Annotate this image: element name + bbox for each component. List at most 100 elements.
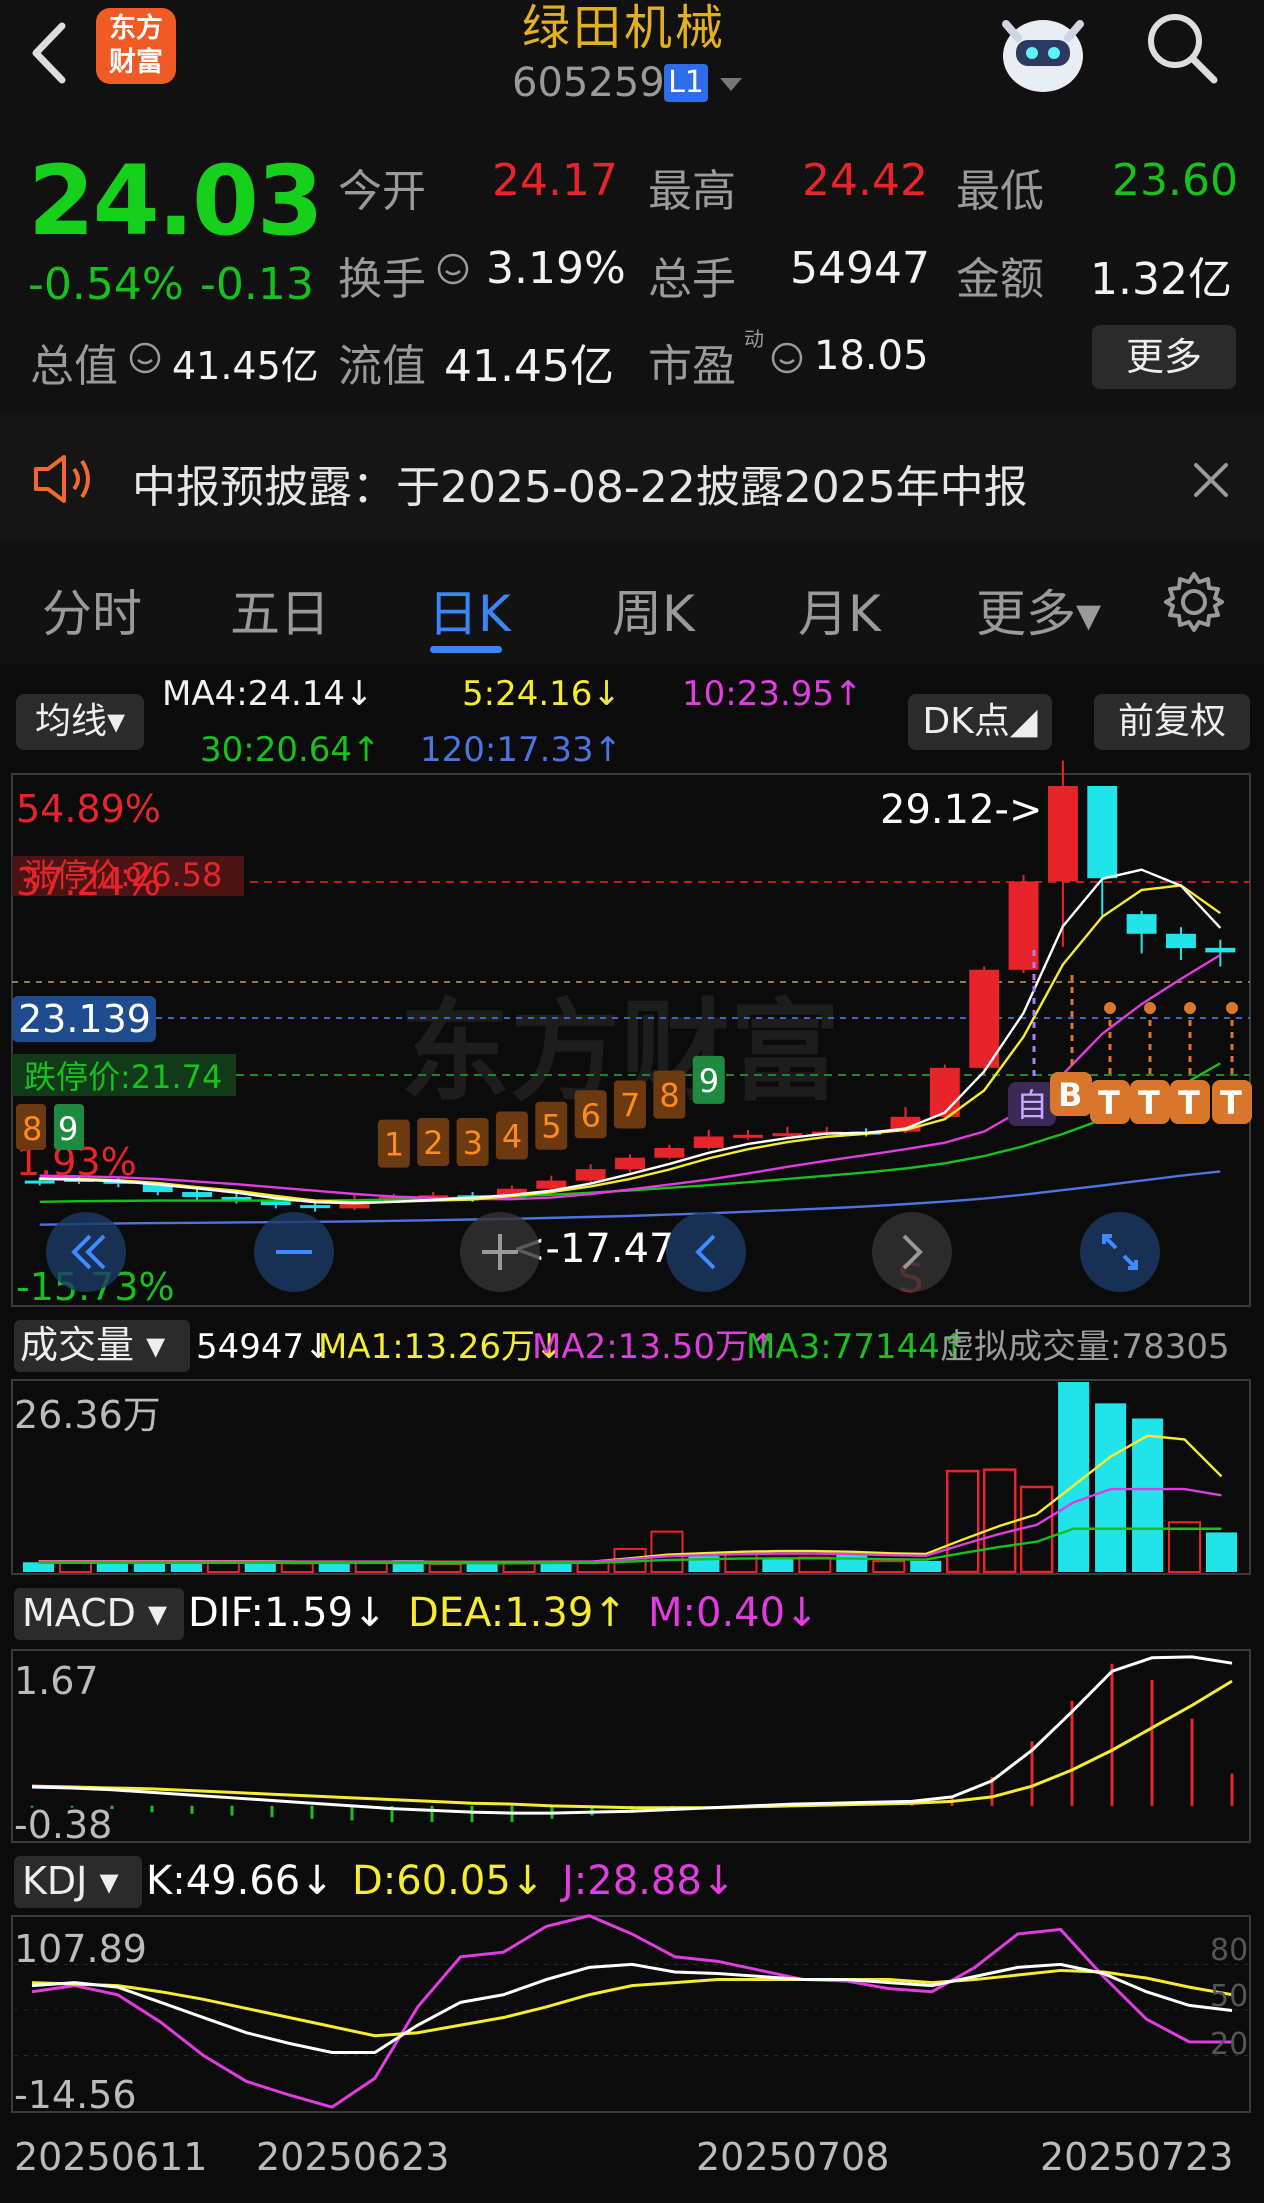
seq-badge-7: 7	[620, 1086, 640, 1124]
volume-ma1-line	[38, 1434, 1223, 1564]
kdj-level-20: 20	[1210, 2027, 1248, 2062]
candle-body	[969, 969, 1000, 1068]
date-label-2: 20250623	[256, 2135, 449, 2179]
kdj-axis-min: -14.56	[14, 2073, 137, 2117]
kdj-d-line	[31, 1968, 1233, 2038]
volume-bar	[945, 1469, 980, 1574]
t-signal-text: T	[1178, 1084, 1200, 1122]
volume-bar	[910, 1560, 942, 1572]
candle-body	[693, 1136, 724, 1148]
macd-frame	[11, 1649, 1251, 1843]
candle-body	[1047, 786, 1078, 882]
seq-badge-8: 8	[22, 1110, 42, 1148]
zoom-in-icon[interactable]	[460, 1212, 540, 1292]
macd-dif-line	[31, 1655, 1233, 1815]
macd-dif: DIF:1.59↓	[188, 1590, 387, 1636]
candle-body	[1087, 786, 1118, 879]
kdj-j: J:28.88↓	[559, 1858, 735, 1904]
macd-selector[interactable]: MACD ▾	[22, 1591, 167, 1635]
volume-ma2: MA2:13.50万↑	[532, 1327, 778, 1367]
candle-body	[300, 1205, 331, 1209]
macd-layer	[30, 1655, 1234, 1823]
seq-badge-5: 5	[541, 1108, 561, 1146]
seq-badge-4: 4	[502, 1118, 522, 1156]
kdj-level-50: 50	[1210, 1979, 1248, 2014]
limit-down-label: 跌停价:21.74	[24, 1058, 222, 1096]
seq-badge-3: 3	[463, 1124, 483, 1162]
candle-body	[615, 1157, 645, 1170]
charts-area: 东方财富 54.89% 37.24% 涨停价:26.58 23.139 跌停价:…	[11, 760, 1252, 2179]
seq-badge-1: 1	[384, 1126, 404, 1164]
macd-axis-min: -0.38	[14, 1803, 112, 1847]
volume-bar	[466, 1563, 498, 1572]
t-signal-dot	[1104, 1002, 1116, 1014]
volume-bar	[872, 1560, 906, 1573]
volume-bar	[1019, 1485, 1054, 1574]
seq-badge-9: 9	[58, 1110, 78, 1148]
rewind-icon[interactable]	[46, 1212, 126, 1292]
max-price-marker: 29.12->	[880, 787, 1042, 833]
volume-bar	[982, 1468, 1017, 1574]
kdj-axis-max: 107.89	[14, 1927, 147, 1971]
volume-bar	[798, 1556, 832, 1574]
kdj-d: D:60.05↓	[352, 1858, 544, 1904]
t-signals: TTTT	[1090, 1002, 1252, 1124]
volume-selector[interactable]: 成交量 ▾	[20, 1323, 165, 1367]
volume-ma3: MA3:77144↑	[746, 1327, 968, 1367]
seq-badge-8: 8	[659, 1077, 679, 1115]
volume-bar	[836, 1554, 868, 1572]
date-label-1: 20250611	[14, 2135, 207, 2179]
candle-body	[654, 1147, 685, 1158]
next-icon[interactable]	[872, 1212, 952, 1292]
candle-body	[1126, 914, 1157, 934]
candle-body	[733, 1134, 764, 1138]
volume-axis-max: 26.36万	[14, 1393, 161, 1437]
volume-ma1: MA1:13.26万↓	[318, 1327, 564, 1367]
candle-body	[1166, 933, 1196, 949]
volume-bar	[1205, 1532, 1238, 1572]
kdj-k-line	[31, 1962, 1233, 2054]
volume-layer	[22, 1382, 1238, 1574]
t-signal-text: T	[1098, 1084, 1120, 1122]
limit-up-label: 涨停价:26.58	[24, 856, 222, 894]
prev-icon[interactable]	[666, 1212, 746, 1292]
macd-m: M:0.40↓	[648, 1590, 819, 1636]
seq-badge-2: 2	[423, 1124, 443, 1162]
kdj-k: K:49.66↓	[146, 1858, 334, 1904]
volume-bar	[1095, 1403, 1127, 1572]
virtual-volume: 虚拟成交量:78305	[940, 1327, 1230, 1367]
price-tag-value: 23.139	[18, 997, 151, 1041]
seq-badge-6: 6	[581, 1096, 601, 1134]
volume-bar	[280, 1562, 314, 1574]
candle-body	[1008, 881, 1039, 970]
kdj-j-line	[31, 1914, 1233, 2109]
volume-bar	[502, 1562, 536, 1574]
date-label-4: 20250723	[1040, 2135, 1233, 2179]
kdj-level-80: 80	[1210, 1933, 1248, 1968]
volume-bar	[762, 1559, 794, 1572]
self-signal-text: 自	[1016, 1086, 1048, 1124]
volume-ma2-line	[38, 1487, 1222, 1564]
volume-bar	[650, 1530, 684, 1574]
kline-axis-top: 54.89%	[16, 787, 161, 831]
candle-body	[182, 1192, 213, 1197]
volume-value: 54947↓	[196, 1327, 333, 1367]
fullscreen-icon[interactable]	[1080, 1212, 1160, 1292]
volume-bar	[428, 1563, 462, 1573]
candle-body	[929, 1067, 960, 1117]
macd-axis-max: 1.67	[14, 1659, 99, 1703]
volume-bar	[724, 1553, 758, 1574]
t-signal-dot	[1144, 1002, 1156, 1014]
t-signal-dot	[1226, 1002, 1238, 1014]
zoom-out-icon[interactable]	[254, 1212, 334, 1292]
date-label-3: 20250708	[696, 2135, 889, 2179]
t-signal-text: T	[1220, 1084, 1242, 1122]
candle-body	[536, 1180, 567, 1189]
t-signal-text: T	[1138, 1084, 1160, 1122]
kdj-selector[interactable]: KDJ ▾	[22, 1859, 119, 1903]
t-signal-dot	[1184, 1002, 1196, 1014]
buy-signal: B	[1058, 1076, 1082, 1114]
macd-dea-line	[31, 1679, 1233, 1810]
candle-body	[1205, 947, 1236, 953]
seq-badge-9: 9	[699, 1062, 719, 1100]
